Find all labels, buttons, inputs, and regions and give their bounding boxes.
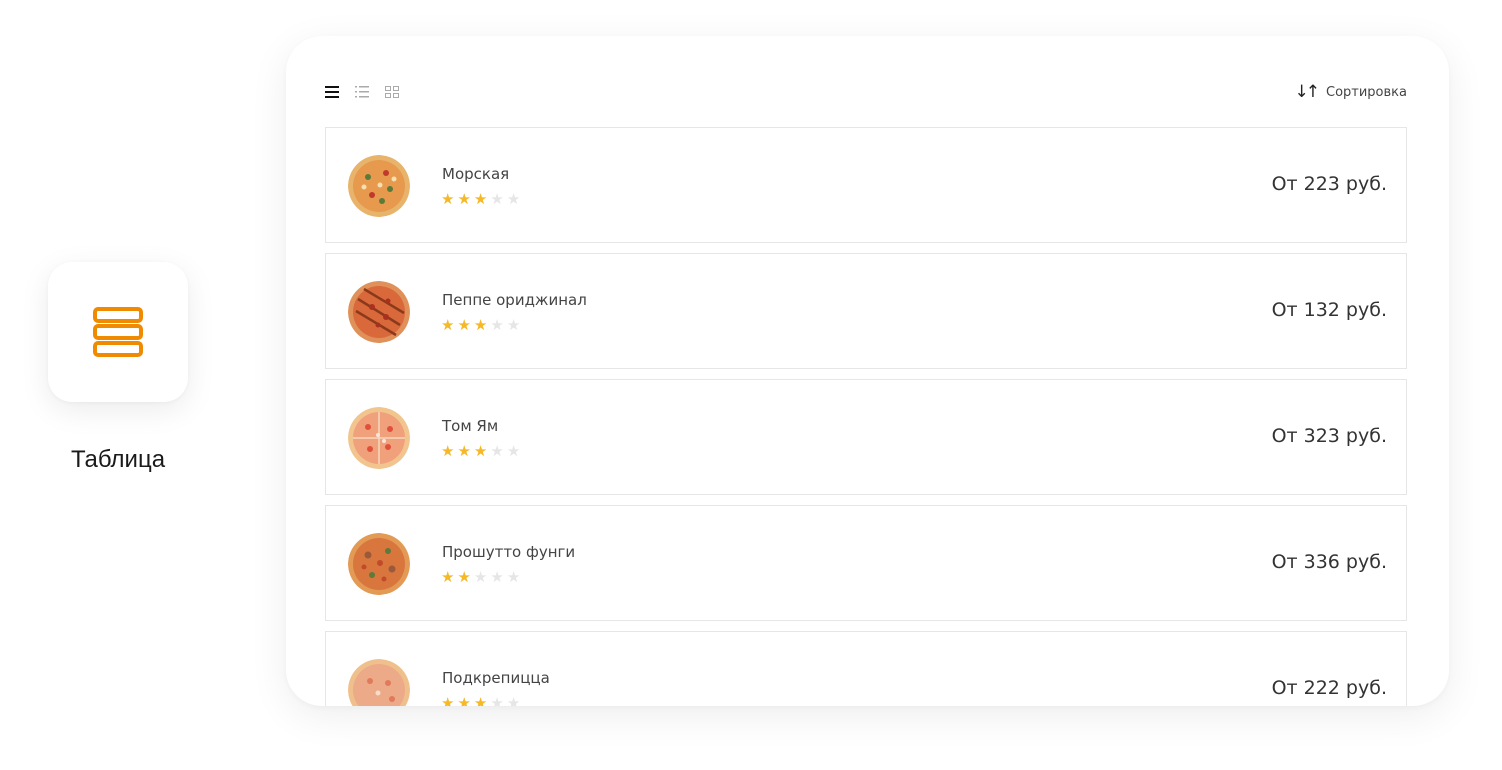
toolbar: ↓↑ Сортировка xyxy=(324,80,1407,104)
product-row[interactable]: Подкрепицца ★ ★ ★ ★ ★ От 222 руб. xyxy=(325,631,1407,706)
product-name[interactable]: Прошутто фунги xyxy=(442,543,575,561)
star-empty-icon: ★ xyxy=(490,568,504,586)
rating-stars: ★ ★ ★ ★ ★ xyxy=(441,570,520,585)
star-empty-icon: ★ xyxy=(506,442,521,460)
star-empty-icon: ★ xyxy=(473,568,488,586)
star-filled-icon: ★ xyxy=(441,316,455,334)
table-view-button[interactable] xyxy=(324,84,340,100)
price-value: 323 руб. xyxy=(1303,425,1387,447)
product-price: От 132 руб. xyxy=(1272,299,1387,321)
product-name[interactable]: Подкрепицца xyxy=(442,669,550,687)
star-filled-icon: ★ xyxy=(473,316,488,334)
feature-label: Таблица xyxy=(70,446,166,473)
star-filled-icon: ★ xyxy=(441,694,455,707)
sort-button[interactable]: ↓↑ Сортировка xyxy=(1294,81,1408,102)
product-panel: ↓↑ Сортировка Морская ★ ★ ★ ★ ★ От 223 руб. xyxy=(286,36,1449,706)
product-row[interactable]: Том Ям ★ ★ ★ ★ ★ От 323 руб. xyxy=(325,379,1407,495)
price-prefix: От xyxy=(1271,299,1298,321)
star-filled-icon: ★ xyxy=(457,316,471,334)
pizza-image[interactable] xyxy=(348,533,410,595)
star-filled-icon: ★ xyxy=(473,694,488,707)
price-value: 336 руб. xyxy=(1303,551,1387,573)
star-empty-icon: ★ xyxy=(490,442,504,460)
price-prefix: От xyxy=(1271,425,1298,447)
price-prefix: От xyxy=(1271,173,1298,195)
product-price: От 222 руб. xyxy=(1272,677,1387,699)
page: Таблица ↓↑ Сортировка Морская ★ ★ ★ ★ ★ … xyxy=(0,0,1502,770)
star-filled-icon: ★ xyxy=(441,190,455,208)
star-filled-icon: ★ xyxy=(457,694,471,707)
product-name[interactable]: Том Ям xyxy=(442,417,498,435)
sort-arrows-icon: ↓↑ xyxy=(1294,81,1320,102)
star-filled-icon: ★ xyxy=(473,442,488,460)
star-filled-icon: ★ xyxy=(457,442,471,460)
product-name[interactable]: Морская xyxy=(442,165,509,183)
product-list: Морская ★ ★ ★ ★ ★ От 223 руб. Пеппе ориджинал… xyxy=(325,127,1407,706)
rating-stars: ★ ★ ★ ★ ★ xyxy=(441,192,520,207)
product-price: От 323 руб. xyxy=(1272,425,1387,447)
star-filled-icon: ★ xyxy=(473,190,488,208)
star-empty-icon: ★ xyxy=(490,694,504,707)
rating-stars: ★ ★ ★ ★ ★ xyxy=(441,694,521,707)
price-value: 132 руб. xyxy=(1303,299,1387,321)
star-empty-icon: ★ xyxy=(490,316,504,334)
pizza-image[interactable] xyxy=(348,407,410,469)
star-empty-icon: ★ xyxy=(506,316,521,334)
star-filled-icon: ★ xyxy=(441,568,455,586)
star-empty-icon: ★ xyxy=(506,694,521,707)
price-value: 223 руб. xyxy=(1303,173,1387,195)
star-filled-icon: ★ xyxy=(457,190,471,208)
product-row[interactable]: Пеппе ориджинал ★ ★ ★ ★ ★ От 132 руб. xyxy=(325,253,1407,369)
feature-tile xyxy=(48,262,188,402)
rating-stars: ★ ★ ★ ★ ★ xyxy=(441,318,520,333)
pizza-image[interactable] xyxy=(348,281,410,343)
pizza-image[interactable] xyxy=(348,659,410,706)
star-empty-icon: ★ xyxy=(506,568,521,586)
grid-view-button[interactable] xyxy=(384,84,400,100)
star-filled-icon: ★ xyxy=(441,442,455,460)
rating-stars: ★ ★ ★ ★ ★ xyxy=(441,444,520,459)
product-price: От 336 руб. xyxy=(1272,551,1387,573)
price-value: 222 руб. xyxy=(1303,677,1387,699)
list-view-button[interactable] xyxy=(354,84,370,100)
price-prefix: От xyxy=(1271,551,1298,573)
product-name[interactable]: Пеппе ориджинал xyxy=(442,291,587,309)
table-rows-icon xyxy=(93,307,143,357)
pizza-image[interactable] xyxy=(348,155,410,217)
star-empty-icon: ★ xyxy=(490,190,504,208)
star-empty-icon: ★ xyxy=(506,190,521,208)
list-bullets-icon xyxy=(355,86,369,98)
product-price: От 223 руб. xyxy=(1272,173,1387,195)
product-row[interactable]: Прошутто фунги ★ ★ ★ ★ ★ От 336 руб. xyxy=(325,505,1407,621)
menu-lines-icon xyxy=(325,86,339,98)
star-filled-icon: ★ xyxy=(457,568,471,586)
view-switch xyxy=(324,84,400,100)
grid-icon xyxy=(385,86,399,98)
sort-label: Сортировка xyxy=(1326,84,1407,100)
price-prefix: От xyxy=(1271,677,1298,699)
product-row[interactable]: Морская ★ ★ ★ ★ ★ От 223 руб. xyxy=(325,127,1407,243)
